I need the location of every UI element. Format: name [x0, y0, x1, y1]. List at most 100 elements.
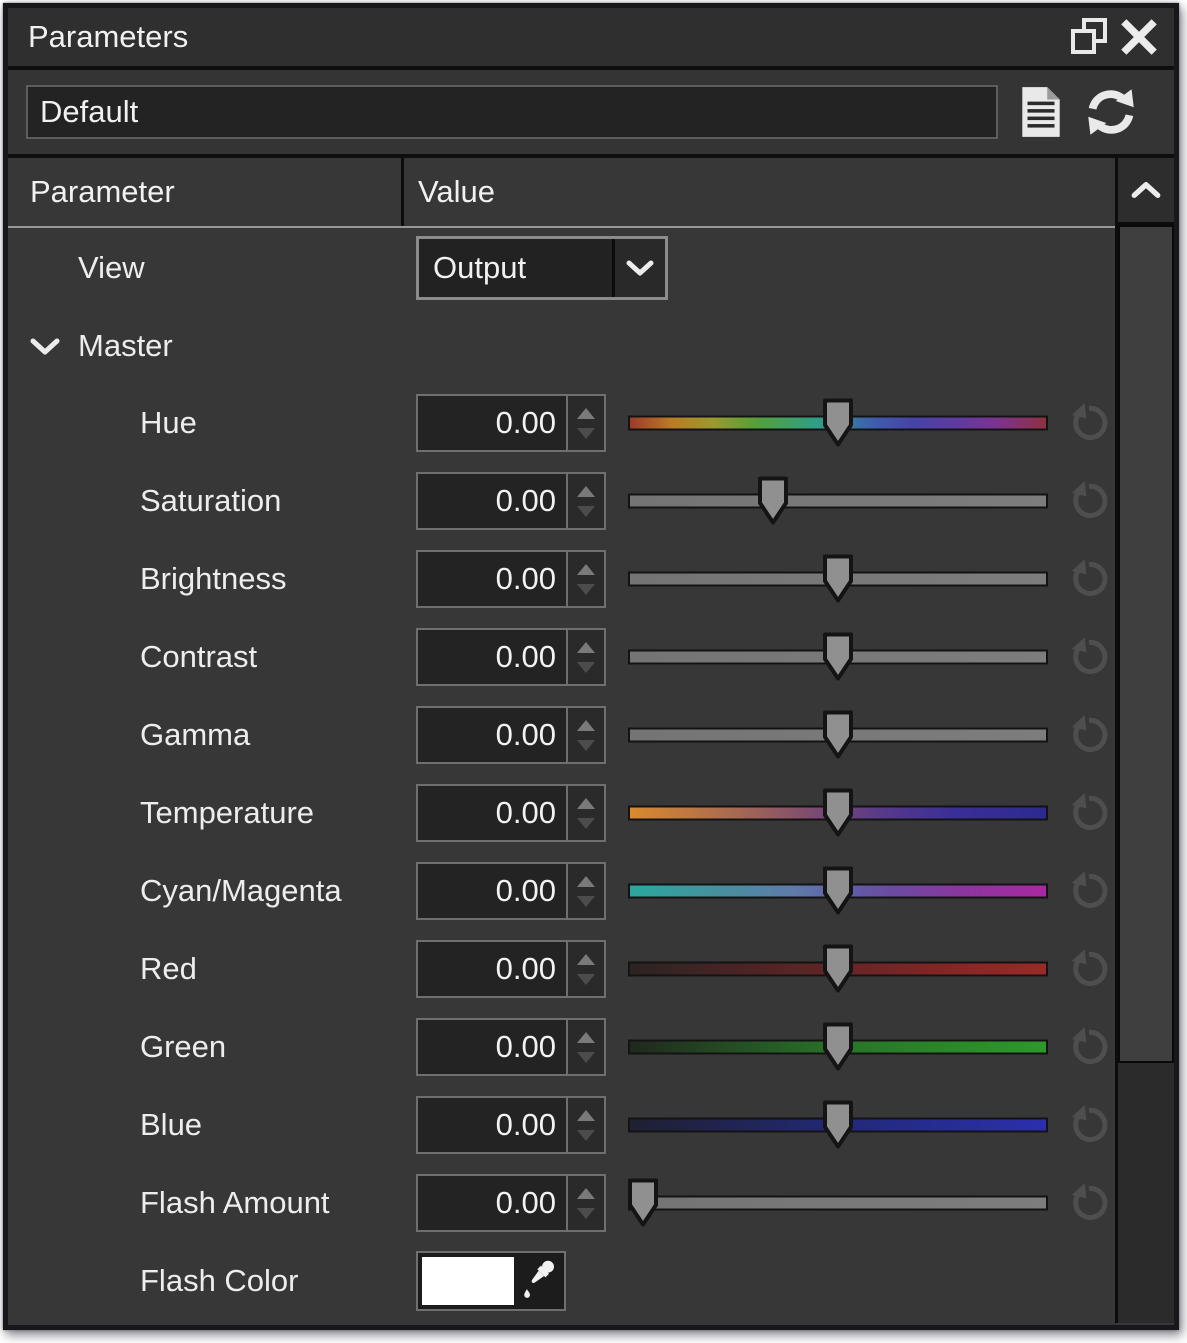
- slider-handle[interactable]: [822, 944, 854, 994]
- view-dropdown[interactable]: Output: [416, 236, 668, 300]
- vertical-scrollbar[interactable]: [1115, 158, 1174, 1323]
- spin-up-icon[interactable]: [577, 876, 595, 887]
- reset-button[interactable]: [1066, 634, 1112, 680]
- spin-down-icon[interactable]: [577, 584, 595, 595]
- spin-up-icon[interactable]: [577, 1110, 595, 1121]
- spinbox-steppers[interactable]: [566, 864, 604, 918]
- slider[interactable]: [628, 940, 1048, 998]
- slider-track[interactable]: [628, 1196, 1048, 1211]
- close-button[interactable]: [1114, 12, 1164, 62]
- spin-up-icon[interactable]: [577, 1188, 595, 1199]
- slider[interactable]: [628, 1174, 1048, 1232]
- spin-down-icon[interactable]: [577, 1208, 595, 1219]
- slider[interactable]: [628, 784, 1048, 842]
- spinbox-steppers[interactable]: [566, 1098, 604, 1152]
- spin-up-icon[interactable]: [577, 486, 595, 497]
- spin-down-icon[interactable]: [577, 428, 595, 439]
- value-spinbox[interactable]: 0.00: [416, 394, 606, 452]
- reset-button[interactable]: [1066, 868, 1112, 914]
- reset-button[interactable]: [1066, 478, 1112, 524]
- spinbox-steppers[interactable]: [566, 786, 604, 840]
- reset-button[interactable]: [1066, 1180, 1112, 1226]
- view-dropdown-button[interactable]: [612, 239, 665, 297]
- slider-handle[interactable]: [822, 1022, 854, 1072]
- spin-up-icon[interactable]: [577, 720, 595, 731]
- slider[interactable]: [628, 862, 1048, 920]
- slider[interactable]: [628, 472, 1048, 530]
- slider-handle[interactable]: [757, 476, 789, 526]
- reset-button[interactable]: [1066, 1024, 1112, 1070]
- slider[interactable]: [628, 550, 1048, 608]
- reset-button[interactable]: [1066, 712, 1112, 758]
- spinbox-steppers[interactable]: [566, 708, 604, 762]
- reset-icon: [1066, 478, 1112, 524]
- spin-down-icon[interactable]: [577, 506, 595, 517]
- slider-handle[interactable]: [822, 1100, 854, 1150]
- spin-up-icon[interactable]: [577, 564, 595, 575]
- slider-handle[interactable]: [822, 632, 854, 682]
- spinbox-steppers[interactable]: [566, 396, 604, 450]
- reset-button[interactable]: [1066, 1102, 1112, 1148]
- value-spinbox[interactable]: 0.00: [416, 1174, 606, 1232]
- color-swatch[interactable]: [422, 1257, 514, 1305]
- scrollbar-track[interactable]: [1118, 1063, 1174, 1323]
- slider-handle[interactable]: [627, 1178, 659, 1228]
- collapse-chevron-icon[interactable]: [28, 335, 62, 357]
- spinbox-steppers[interactable]: [566, 942, 604, 996]
- spin-down-icon[interactable]: [577, 974, 595, 985]
- slider-handle[interactable]: [822, 866, 854, 916]
- reset-button[interactable]: [1066, 400, 1112, 446]
- spin-up-icon[interactable]: [577, 408, 595, 419]
- spin-down-icon[interactable]: [577, 896, 595, 907]
- spin-up-icon[interactable]: [577, 798, 595, 809]
- reset-icon: [1066, 556, 1112, 602]
- value-spinbox[interactable]: 0.00: [416, 862, 606, 920]
- preset-notes-button[interactable]: [1014, 83, 1068, 141]
- reset-button[interactable]: [1066, 790, 1112, 836]
- spinbox-steppers[interactable]: [566, 1020, 604, 1074]
- slider[interactable]: [628, 706, 1048, 764]
- spinbox-steppers[interactable]: [566, 552, 604, 606]
- reset-button[interactable]: [1066, 946, 1112, 992]
- slider-handle[interactable]: [822, 710, 854, 760]
- value-spinbox[interactable]: 0.00: [416, 940, 606, 998]
- slider-track[interactable]: [628, 494, 1048, 509]
- value-spinbox[interactable]: 0.00: [416, 706, 606, 764]
- reset-icon: [1066, 712, 1112, 758]
- spin-down-icon[interactable]: [577, 1052, 595, 1063]
- slider-handle[interactable]: [822, 554, 854, 604]
- reset-button[interactable]: [1066, 556, 1112, 602]
- spin-up-icon[interactable]: [577, 1032, 595, 1043]
- preset-refresh-button[interactable]: [1084, 83, 1138, 141]
- slider[interactable]: [628, 394, 1048, 452]
- value-spinbox[interactable]: 0.00: [416, 784, 606, 842]
- slider[interactable]: [628, 1096, 1048, 1154]
- spinbox-value: 0.00: [418, 552, 566, 606]
- color-picker[interactable]: [416, 1251, 566, 1311]
- spinbox-steppers[interactable]: [566, 630, 604, 684]
- undock-button[interactable]: [1064, 12, 1114, 62]
- slider-handle[interactable]: [822, 398, 854, 448]
- spin-up-icon[interactable]: [577, 954, 595, 965]
- value-spinbox[interactable]: 0.00: [416, 1096, 606, 1154]
- slider-handle[interactable]: [822, 788, 854, 838]
- value-spinbox[interactable]: 0.00: [416, 628, 606, 686]
- spin-down-icon[interactable]: [577, 818, 595, 829]
- scroll-up-button[interactable]: [1118, 158, 1174, 225]
- spinbox-steppers[interactable]: [566, 1176, 604, 1230]
- master-group-row[interactable]: Master: [8, 308, 1115, 384]
- scrollbar-thumb[interactable]: [1118, 225, 1174, 1063]
- eyedropper-button[interactable]: [514, 1259, 560, 1303]
- slider[interactable]: [628, 1018, 1048, 1076]
- spin-up-icon[interactable]: [577, 642, 595, 653]
- value-spinbox[interactable]: 0.00: [416, 1018, 606, 1076]
- spin-down-icon[interactable]: [577, 662, 595, 673]
- value-spinbox[interactable]: 0.00: [416, 550, 606, 608]
- spin-down-icon[interactable]: [577, 740, 595, 751]
- value-spinbox[interactable]: 0.00: [416, 472, 606, 530]
- spinbox-steppers[interactable]: [566, 474, 604, 528]
- spin-down-icon[interactable]: [577, 1130, 595, 1141]
- preset-name-input[interactable]: Default: [26, 85, 998, 139]
- slider[interactable]: [628, 628, 1048, 686]
- panel-titlebar[interactable]: Parameters: [8, 8, 1174, 70]
